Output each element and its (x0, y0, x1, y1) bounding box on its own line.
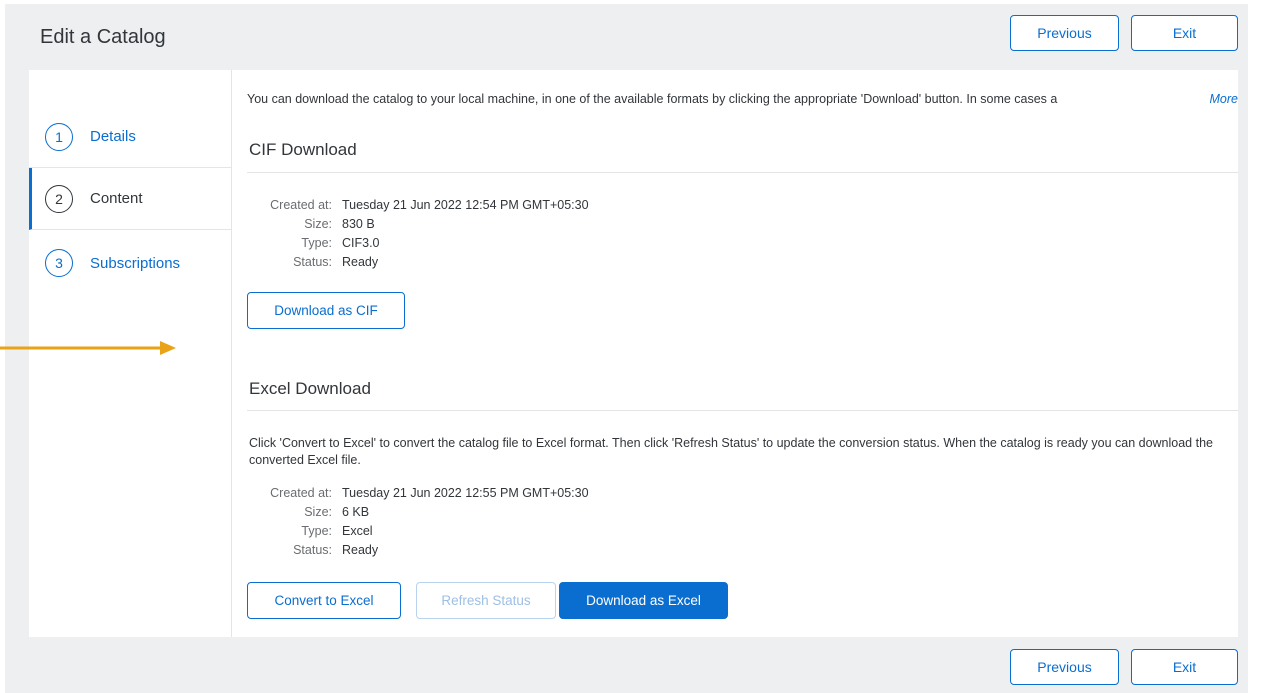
exit-button-bottom[interactable]: Exit (1131, 649, 1238, 685)
cif-metadata: Created at: Tuesday 21 Jun 2022 12:54 PM… (247, 195, 589, 271)
meta-key: Status: (293, 542, 332, 557)
exit-button-top[interactable]: Exit (1131, 15, 1238, 51)
excel-metadata: Created at: Tuesday 21 Jun 2022 12:55 PM… (247, 483, 589, 559)
step-label-subscriptions: Subscriptions (90, 254, 181, 272)
previous-button-top[interactable]: Previous (1010, 15, 1119, 51)
intro-text: You can download the catalog to your loc… (247, 92, 1058, 106)
step-label-details: Details (90, 128, 136, 145)
meta-value: Tuesday 21 Jun 2022 12:55 PM GMT+05:30 (342, 485, 589, 500)
meta-value: Tuesday 21 Jun 2022 12:54 PM GMT+05:30 (342, 197, 589, 212)
meta-row-status: Status: Ready (247, 252, 589, 271)
step-label-content: Content (90, 190, 143, 207)
meta-row-type: Type: CIF3.0 (247, 233, 589, 252)
arrow-right-icon (0, 341, 176, 355)
step-number-3: 3 (45, 249, 73, 277)
excel-description: Click 'Convert to Excel' to convert the … (249, 436, 1213, 467)
meta-value: Excel (342, 523, 373, 538)
meta-key: Type: (301, 523, 332, 538)
cif-section-title: CIF Download (249, 140, 357, 159)
more-link[interactable]: More (1201, 92, 1238, 106)
download-excel-button[interactable]: Download as Excel (559, 582, 728, 619)
page-title: Edit a Catalog (40, 26, 166, 48)
app-shell: Edit a Catalog Previous Exit 1 Details 2… (5, 4, 1248, 693)
excel-section-title: Excel Download (249, 379, 371, 398)
meta-key: Size: (304, 216, 332, 231)
meta-value: 6 KB (342, 504, 370, 519)
section-divider (247, 172, 1238, 173)
meta-row-created: Created at: Tuesday 21 Jun 2022 12:55 PM… (247, 483, 589, 502)
step-subscriptions[interactable]: 3 Subscriptions (29, 232, 232, 294)
meta-value: Ready (342, 542, 379, 557)
meta-row-created: Created at: Tuesday 21 Jun 2022 12:54 PM… (247, 195, 589, 214)
meta-key: Status: (293, 254, 332, 269)
step-details[interactable]: 1 Details (29, 106, 232, 168)
step-number-1: 1 (45, 122, 73, 151)
content-panel: You can download the catalog to your loc… (247, 70, 1238, 637)
step-number-2: 2 (45, 184, 73, 213)
meta-key: Created at: (270, 485, 332, 500)
meta-key: Created at: (270, 197, 332, 212)
section-divider (247, 410, 1238, 411)
meta-value: 830 B (342, 216, 375, 231)
previous-button-bottom[interactable]: Previous (1010, 649, 1119, 685)
meta-row-size: Size: 830 B (247, 214, 589, 233)
meta-key: Type: (301, 235, 332, 250)
meta-row-status: Status: Ready (247, 540, 589, 559)
refresh-status-button[interactable]: Refresh Status (416, 582, 556, 619)
meta-row-size: Size: 6 KB (247, 502, 589, 521)
convert-to-excel-button[interactable]: Convert to Excel (247, 582, 401, 619)
meta-key: Size: (304, 504, 332, 519)
wizard-card: 1 Details 2 Content 3 Subscriptions You … (29, 70, 1238, 637)
meta-row-type: Type: Excel (247, 521, 589, 540)
meta-value: Ready (342, 254, 379, 269)
step-content[interactable]: 2 Content (29, 168, 232, 230)
meta-value: CIF3.0 (342, 235, 380, 250)
download-cif-button[interactable]: Download as CIF (247, 292, 405, 329)
